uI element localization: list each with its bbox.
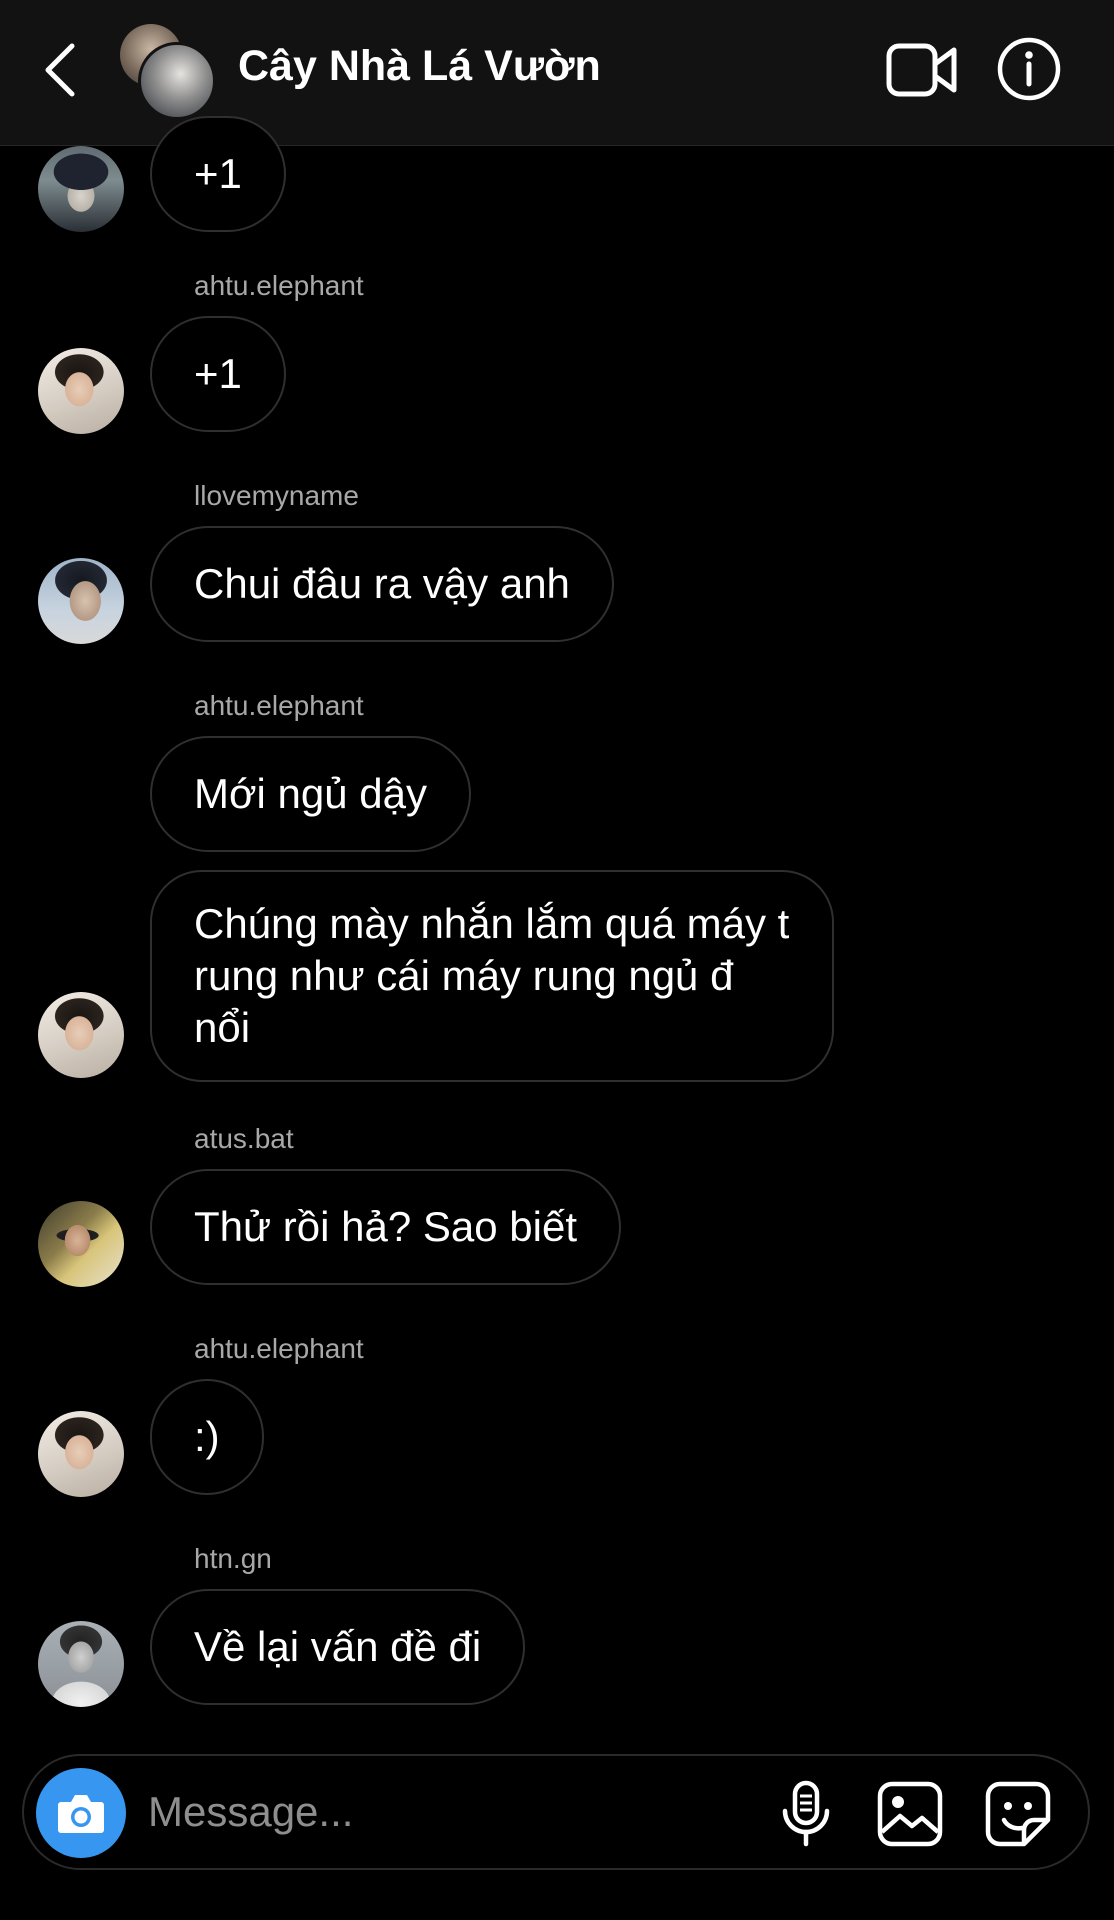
gallery-button[interactable] [876, 1780, 944, 1848]
video-call-button[interactable] [886, 42, 958, 98]
sticker-button[interactable] [984, 1780, 1052, 1848]
sender-avatar[interactable] [38, 1411, 124, 1497]
chat-title[interactable]: Cây Nhà Lá Vườn [238, 42, 601, 91]
camera-icon [58, 1795, 104, 1833]
message-bubble[interactable]: Thử rồi hả? Sao biết [150, 1169, 622, 1285]
message-bubble[interactable]: Về lại vấn đề đi [150, 1589, 526, 1705]
sender-avatar[interactable] [38, 558, 124, 644]
sender-username: llovemyname [194, 480, 359, 511]
group-avatar[interactable] [120, 24, 216, 120]
sender-username: ahtu.elephant [194, 270, 364, 301]
info-icon [997, 37, 1061, 101]
back-button[interactable] [38, 40, 82, 100]
chat-header: Cây Nhà Lá Vườn [0, 0, 1114, 146]
sender-avatar[interactable] [38, 1201, 124, 1287]
sender-username: ahtu.elephant [194, 690, 364, 721]
message-bubble[interactable]: +1 [150, 316, 286, 432]
message-list[interactable]: +1 ahtu.elephant +1 llovemyname Chui đâu… [0, 116, 1114, 1746]
sender-username: ahtu.elephant [194, 1333, 364, 1364]
camera-button[interactable] [36, 1768, 126, 1858]
message-bubble[interactable]: Chúng mày nhắn lắm quá máy t rung như cá… [150, 870, 834, 1082]
message-input[interactable] [148, 1784, 648, 1840]
sticker-icon [985, 1781, 1051, 1847]
message-composer [22, 1754, 1090, 1870]
sender-username: htn.gn [194, 1543, 272, 1574]
message-bubble[interactable]: :) [150, 1379, 264, 1495]
voice-message-button[interactable] [776, 1780, 836, 1848]
sender-username: atus.bat [194, 1123, 294, 1154]
video-camera-icon [886, 43, 957, 97]
message-bubble[interactable]: Mới ngủ dậy [150, 736, 471, 852]
gallery-icon [877, 1781, 943, 1847]
sender-avatar[interactable] [38, 992, 124, 1078]
group-avatar-member-2 [138, 42, 216, 120]
sender-avatar[interactable] [38, 348, 124, 434]
info-button[interactable] [996, 36, 1062, 102]
microphone-icon [782, 1780, 830, 1847]
sender-avatar[interactable] [38, 1621, 124, 1707]
chevron-left-icon [45, 43, 75, 97]
sender-avatar[interactable] [38, 146, 124, 232]
message-bubble[interactable]: +1 [150, 116, 286, 232]
message-bubble[interactable]: Chui đâu ra vậy anh [150, 526, 614, 642]
